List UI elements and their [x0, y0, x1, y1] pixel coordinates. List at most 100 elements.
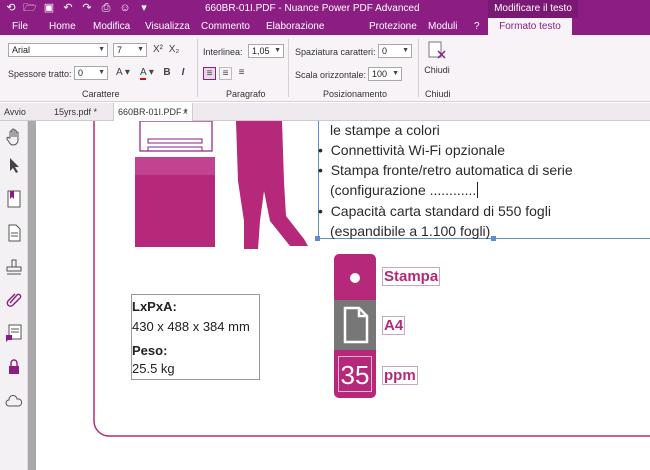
spec-line-text: Connettività Wi-Fi opzionale: [330, 142, 505, 158]
ribbon: Arial ▼ 7 ▼ X² X₂ Spessore tratto: 0 ▼ A ▾ …: [0, 35, 650, 102]
group-separator: [288, 39, 289, 97]
window-title: 660BR-01I.PDF - Nuance Power PDF Advance…: [205, 3, 420, 14]
print-dot-icon: [350, 273, 360, 283]
align-left-button[interactable]: ≡: [203, 67, 216, 80]
save-icon[interactable]: ▣: [42, 1, 56, 15]
italic-button[interactable]: I: [178, 67, 188, 78]
customize-icon[interactable]: ▾: [137, 1, 151, 15]
feature-print-label[interactable]: Stampa: [382, 267, 441, 286]
char-spacing-value: 0: [382, 46, 388, 56]
page-thumbnail-icon[interactable]: [4, 223, 24, 243]
context-tab-edit-text[interactable]: Modificare il testo: [488, 0, 578, 18]
group-separator: [197, 39, 198, 97]
resize-handle[interactable]: [491, 236, 496, 241]
feature-paper-label[interactable]: A4: [382, 316, 406, 335]
print-icon[interactable]: ⎙: [99, 1, 113, 15]
horiz-scale-select[interactable]: 100 ▼: [368, 67, 402, 81]
chevron-down-icon: ▼: [402, 47, 409, 54]
menu-moduli[interactable]: Moduli: [428, 18, 458, 35]
spec-line-text: Stampa fronte/retro automatica di serie: [330, 162, 573, 178]
menu-home[interactable]: Home: [49, 18, 79, 35]
document-page: le stampe a colori • Connettività Wi-Fi …: [36, 121, 650, 470]
group-label-carattere: Carattere: [82, 89, 120, 99]
panel-gutter: [28, 121, 36, 470]
menu-bar: File Home Modifica Visualizza Commento E…: [0, 18, 650, 49]
spec-line-editing[interactable]: (configurazione ............: [330, 182, 483, 198]
group-label-posizionamento: Posizionamento: [323, 89, 388, 99]
menu-elaborazione-avanzata[interactable]: Elaborazione avanzata: [266, 18, 354, 49]
chevron-down-icon: ▼: [137, 46, 144, 53]
resize-handle[interactable]: [315, 236, 320, 241]
left-toolbar: [0, 121, 28, 470]
select-arrow-icon[interactable]: [4, 155, 24, 175]
bold-button[interactable]: B: [162, 67, 172, 78]
spec-line[interactable]: (espandibile a 1.100 fogli): [330, 223, 490, 239]
interline-select[interactable]: 1,05 ▼: [248, 44, 284, 58]
stroke-label: Spessore tratto:: [8, 69, 72, 79]
horiz-scale-label: Scala orizzontale:: [295, 70, 367, 80]
close-edit-icon: [428, 41, 446, 59]
person-silhouette-image: [236, 121, 308, 249]
tab-660br[interactable]: 660BR-01I.PDF * ×: [113, 103, 193, 121]
attachment-icon[interactable]: [4, 289, 24, 309]
weight-label: Peso:: [132, 343, 168, 358]
menu-commento[interactable]: Commento: [201, 18, 250, 35]
speed-number: 35: [338, 356, 372, 392]
feature-speed-unit[interactable]: ppm: [382, 366, 418, 385]
bookmark-icon[interactable]: [4, 189, 24, 209]
hand-tool-icon[interactable]: [4, 127, 24, 147]
stroke-select[interactable]: 0 ▼: [74, 66, 108, 80]
stamp-icon[interactable]: [4, 257, 24, 277]
text-color-button[interactable]: A ▾: [137, 67, 157, 80]
group-label-chiudi: Chiudi: [425, 89, 451, 99]
spec-line[interactable]: • Capacità carta standard di 550 fogli: [318, 203, 551, 219]
text-cursor: [477, 182, 483, 198]
spec-line-text: Capacità carta standard di 550 fogli: [330, 203, 551, 219]
spec-line[interactable]: • Connettività Wi-Fi opzionale: [318, 142, 505, 158]
chevron-down-icon: ▼: [98, 46, 105, 53]
tab-avvio[interactable]: Avvio: [0, 103, 48, 121]
menu-protezione[interactable]: Protezione: [369, 18, 417, 35]
font-family-select[interactable]: Arial ▼: [8, 43, 108, 57]
text-outline-button[interactable]: A ▾: [113, 67, 133, 78]
horiz-scale-value: 100: [372, 69, 388, 79]
spec-line[interactable]: le stampe a colori: [330, 122, 440, 138]
font-size-value: 7: [117, 45, 123, 55]
spec-line-text: (configurazione ............: [330, 182, 477, 198]
close-edit-label: Chiudi: [424, 65, 450, 75]
align-right-button[interactable]: ≡: [235, 67, 248, 80]
font-size-select[interactable]: 7 ▼: [113, 43, 147, 57]
close-edit-button[interactable]: Chiudi: [424, 41, 450, 85]
spec-line[interactable]: • Stampa fronte/retro automatica di seri…: [318, 162, 573, 178]
quick-access-toolbar: ⟲ 🗁 ▣ ↶ ↷ ⎙ ☺ ▾: [4, 1, 151, 15]
menu-modifica[interactable]: Modifica: [93, 18, 133, 35]
interline-value: 1,05: [252, 46, 270, 56]
cloud-icon[interactable]: [4, 391, 24, 411]
open-folder-icon[interactable]: 🗁: [23, 1, 37, 15]
document-tabs: Avvio 15yrs.pdf * 660BR-01I.PDF * ×: [0, 103, 650, 121]
comment-list-icon[interactable]: [4, 323, 24, 343]
user-icon[interactable]: ☺: [118, 1, 132, 15]
lock-icon[interactable]: [4, 357, 24, 377]
subscript-button[interactable]: X₂: [168, 44, 180, 55]
dimensions-value: 430 x 488 x 384 mm: [132, 319, 250, 334]
tab-15yrs[interactable]: 15yrs.pdf *: [50, 103, 110, 121]
superscript-button[interactable]: X²: [152, 44, 164, 55]
text-color-icon: A: [140, 67, 147, 80]
chevron-down-icon: ▼: [392, 70, 399, 77]
menu-help[interactable]: ?: [474, 18, 482, 35]
char-spacing-select[interactable]: 0 ▼: [378, 44, 412, 58]
group-label-paragrafo: Paragrafo: [226, 89, 266, 99]
menu-file[interactable]: File: [12, 18, 32, 35]
close-tab-icon[interactable]: ×: [183, 103, 188, 121]
text-edit-box[interactable]: [318, 121, 650, 239]
dimensions-box[interactable]: LxPxA: 430 x 488 x 384 mm Peso: 25.5 kg: [131, 294, 260, 380]
align-center-button[interactable]: ≡: [219, 67, 232, 80]
chevron-down-icon: ▼: [98, 69, 105, 76]
title-bar: ⟲ 🗁 ▣ ↶ ↷ ⎙ ☺ ▾ 660BR-01I.PDF - Nuance P…: [0, 0, 650, 18]
menu-visualizza[interactable]: Visualizza: [145, 18, 190, 35]
undo-icon[interactable]: ↶: [61, 1, 75, 15]
stroke-value: 0: [78, 68, 84, 78]
redo-icon[interactable]: ↷: [80, 1, 94, 15]
menu-formato-testo[interactable]: Formato testo: [488, 18, 572, 35]
